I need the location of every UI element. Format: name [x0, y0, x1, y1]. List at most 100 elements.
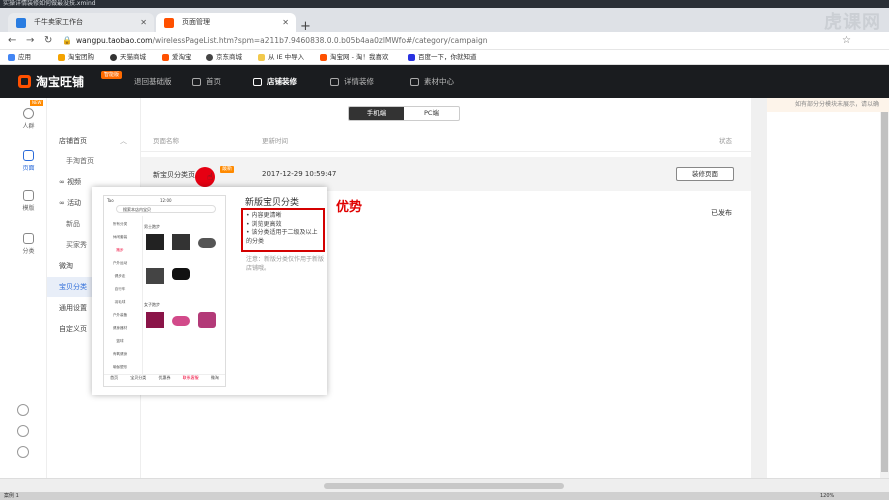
phone-tab: 优惠券 [158, 375, 171, 380]
back-icon[interactable]: ← [8, 34, 16, 48]
menu-label: 自定义页 [59, 325, 87, 333]
bookmark-label: 淘宝团购 [68, 53, 94, 61]
bookmark-label: 应用 [18, 53, 31, 61]
sidebar-item-category[interactable]: 分类 [10, 233, 47, 255]
menu-label: 通用设置 [59, 304, 87, 312]
nav-label: 素材中心 [424, 77, 454, 86]
forward-icon[interactable]: → [26, 34, 34, 48]
refresh-icon[interactable] [17, 425, 29, 437]
home-icon [192, 77, 201, 86]
section-title: 男士跑步 [144, 224, 160, 229]
product-image [198, 238, 216, 248]
logo-text: 淘宝旺铺 [36, 75, 85, 89]
advantage-text: 内容更清晰 [251, 212, 282, 219]
nav-label: 店铺装修 [267, 77, 297, 86]
phone-tab: 首页 [110, 375, 119, 380]
menu-item-mobile-home[interactable]: 手淘首页 [47, 151, 141, 171]
tuangou-icon [58, 54, 65, 61]
baidu-icon [408, 54, 415, 61]
product-image [146, 312, 164, 328]
new-badge: NEW [30, 100, 44, 106]
sidebar-label: 分类 [22, 248, 35, 255]
phone-category: 瑜伽塑形 [112, 365, 128, 369]
sidebar-item-page[interactable]: 页面 [10, 150, 47, 172]
nav-home[interactable]: 首页 [192, 65, 221, 98]
feedback-icon[interactable] [17, 446, 29, 458]
phone-divider [142, 216, 143, 376]
sheet-tab[interactable]: 案例 1 [4, 492, 19, 500]
horizontal-scroll-thumb[interactable] [324, 483, 564, 489]
col-status: 状态 [719, 137, 732, 145]
reload-icon[interactable]: ↻ [44, 34, 52, 48]
section-title: 女子跑步 [144, 302, 160, 307]
bookmark-item[interactable]: 京东商城 [206, 50, 242, 65]
bookmark-star-icon[interactable]: ☆ [842, 34, 851, 48]
advantage-text: 浏览更高效 [251, 220, 282, 228]
bookmark-apps[interactable]: 应用 [8, 50, 31, 65]
phone-category: 自行车 [114, 287, 126, 291]
watermark-logo: 虎课网 [824, 12, 881, 33]
bookmark-item[interactable]: 淘宝团购 [58, 50, 94, 65]
scroll-thumb[interactable] [881, 112, 888, 472]
bookmark-item[interactable]: 天猫商城 [110, 50, 146, 65]
popup-note: 注意：新版分类仅作用于新版店铺哦。 [246, 256, 325, 272]
hint-banner: 如有部分分模块未展示，请以确 [767, 98, 889, 112]
advantage-text: 该分类适用于二级及以上的分类 [246, 229, 318, 245]
back-basic-link[interactable]: 退回基础版 [134, 65, 172, 98]
status-bar: 案例 1 120% [0, 492, 889, 500]
menu-label: 宝贝分类 [59, 283, 87, 291]
menu-item-shop-home[interactable]: 店铺首页 ︿ [47, 131, 141, 151]
tab-page-manage[interactable]: 页面管理 ✕ [156, 13, 296, 32]
right-gutter [751, 98, 767, 478]
product-image [172, 268, 190, 280]
lock-icon: 🔒 [62, 36, 72, 45]
phone-category: 所有分类 [112, 222, 128, 226]
tab-pc[interactable]: PC端 [404, 107, 459, 120]
nav-material[interactable]: 素材中心 [410, 65, 454, 98]
new-tag: 最新 [220, 166, 235, 173]
address-bar[interactable]: wangpu.taobao.com/wirelessPageList.htm?s… [76, 34, 776, 48]
row-page-name[interactable]: 新宝贝分类页 [153, 170, 195, 180]
phone-search-text: 搜索本店内宝贝 [123, 207, 151, 212]
bookmark-item[interactable]: 从 IE 中导入 [258, 50, 304, 65]
col-time: 更新时间 [262, 137, 288, 145]
phone-search: 搜索本店内宝贝 [116, 205, 216, 213]
phone-category: 健步走 [114, 274, 126, 278]
tab-mobile[interactable]: 手机端 [349, 107, 404, 120]
tab-qianniu[interactable]: 千牛卖家工作台 ✕ [8, 13, 154, 32]
phone-tab: 微淘 [210, 375, 219, 380]
folder-icon [258, 54, 265, 61]
sidebar-item-crowd[interactable]: 人群 [10, 108, 47, 130]
nav-shop-decor[interactable]: 店铺装修 [253, 65, 297, 98]
tab-strip: 千牛卖家工作台 ✕ 页面管理 ✕ + [0, 8, 889, 34]
help-icon[interactable] [17, 404, 29, 416]
sidebar-item-template[interactable]: 模版 [10, 190, 47, 212]
decor-icon [253, 77, 262, 86]
annotation-label: 优势 [336, 200, 363, 215]
zoom-level: 120% [820, 493, 835, 499]
decorate-page-button[interactable]: 装修页面 [676, 167, 734, 181]
bookmark-label: 从 IE 中导入 [268, 53, 305, 61]
popup-title: 新版宝贝分类 [245, 198, 300, 208]
bookmark-label: 百度一下，你就知道 [418, 53, 477, 61]
close-icon[interactable]: ✕ [282, 13, 289, 32]
product-image [146, 234, 164, 250]
menu-label: 买家秀 [66, 241, 87, 249]
vertical-scrollbar[interactable] [880, 112, 889, 478]
window-title: 实操详情装修如何做最没技.xmind [0, 0, 889, 8]
menu-label: 视频 [67, 178, 82, 186]
version-badge: 智能版 [101, 71, 123, 79]
phone-category: 跑步 [116, 248, 124, 252]
detail-icon [330, 77, 339, 86]
bookmark-label: 淘宝网 - 淘！我喜欢 [330, 53, 389, 61]
product-image [146, 268, 164, 284]
aitaobao-icon [162, 54, 169, 61]
bookmark-item[interactable]: 淘宝网 - 淘！我喜欢 [320, 50, 388, 65]
bookmark-item[interactable]: 爱淘宝 [162, 50, 192, 65]
bookmarks-bar: 应用 淘宝团购 天猫商城 爱淘宝 京东商城 从 IE 中导入 淘宝网 - 淘！我… [0, 50, 889, 65]
nav-detail-decor[interactable]: 详情装修 [330, 65, 374, 98]
close-icon[interactable]: ✕ [140, 13, 147, 32]
phone-category: 休闲套装 [112, 235, 128, 239]
app-logo[interactable]: 淘宝旺铺 [18, 73, 84, 90]
bookmark-item[interactable]: 百度一下，你就知道 [408, 50, 477, 65]
